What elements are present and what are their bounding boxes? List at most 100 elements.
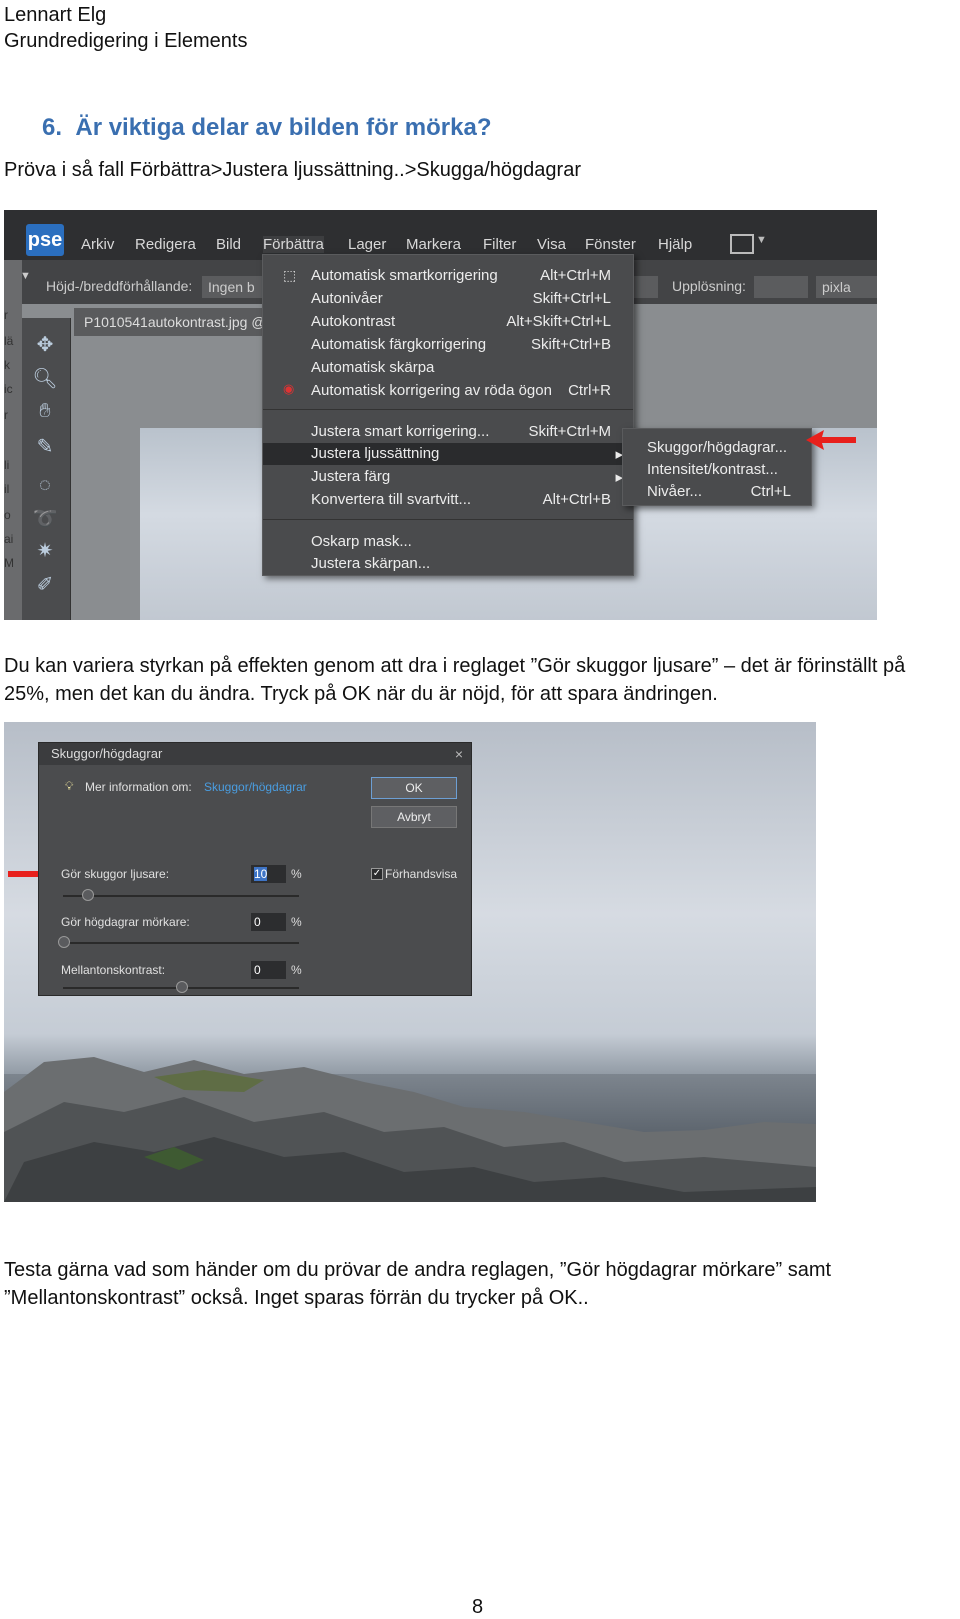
enhance-dropdown: ⬚ Automatisk smartkorrigering Alt+Ctrl+M … bbox=[262, 254, 634, 576]
midtone-unit: % bbox=[291, 963, 302, 977]
midtone-slider[interactable] bbox=[63, 981, 299, 993]
panel-edge: r lä k ic r li il o ai M bbox=[4, 260, 22, 620]
item-shortcut: Skift+Ctrl+B bbox=[530, 336, 611, 353]
move-tool-icon[interactable]: ✥ bbox=[30, 332, 60, 360]
highlights-unit: % bbox=[291, 915, 302, 929]
intro-text: Pröva i så fall Förbättra>Justera ljussä… bbox=[4, 159, 581, 181]
edge-text: il bbox=[4, 482, 10, 496]
item-shortcut: Ctrl+L bbox=[750, 483, 791, 500]
edge-text: k bbox=[4, 358, 10, 372]
item-label: Automatisk skärpa bbox=[311, 359, 435, 376]
lightbulb-icon: 💡︎ bbox=[65, 779, 74, 793]
menu-bild[interactable]: Bild bbox=[216, 236, 241, 253]
menu-item-adjust-smart-fix[interactable]: Justera smart korrigering... Skift+Ctrl+M bbox=[263, 421, 633, 443]
midtone-value: 0 bbox=[254, 963, 261, 977]
menu-item-auto-sharpen[interactable]: Automatisk skärpa bbox=[263, 357, 633, 379]
close-icon[interactable]: × bbox=[455, 743, 463, 765]
menu-arkiv[interactable]: Arkiv bbox=[81, 236, 114, 253]
item-label: Autonivåer bbox=[311, 290, 383, 307]
ok-button[interactable]: OK bbox=[371, 777, 457, 799]
submenu-item-shadows-highlights[interactable]: Skuggor/högdagrar... bbox=[623, 437, 811, 459]
item-shortcut: Alt+Ctrl+B bbox=[542, 491, 611, 508]
menu-item-adjust-color[interactable]: Justera färg ▸ bbox=[263, 466, 633, 488]
menu-fonster[interactable]: Fönster bbox=[585, 236, 636, 253]
brush-selection-tool-icon[interactable]: ✐ bbox=[30, 572, 60, 600]
document-tab[interactable]: P1010541autokontrast.jpg @ 1 bbox=[74, 308, 284, 336]
eyedropper-tool-icon[interactable]: ✎ bbox=[30, 434, 60, 462]
lighting-submenu: Skuggor/högdagrar... Intensitet/kontrast… bbox=[622, 428, 812, 506]
marquee-tool-icon[interactable]: ◌ bbox=[30, 474, 60, 502]
item-label: Automatisk färgkorrigering bbox=[311, 336, 487, 353]
shadows-slider[interactable] bbox=[63, 889, 299, 901]
menu-hjalp[interactable]: Hjälp bbox=[658, 236, 692, 253]
dialog-titlebar: Skuggor/högdagrar × bbox=[39, 743, 471, 765]
menu-redigera[interactable]: Redigera bbox=[135, 236, 196, 253]
highlights-input[interactable]: 0 bbox=[251, 913, 286, 931]
rocky-shore-image bbox=[4, 1057, 816, 1202]
edge-text: M bbox=[4, 556, 14, 570]
midtone-input[interactable]: 0 bbox=[251, 961, 286, 979]
edge-text: r bbox=[4, 308, 8, 322]
toolbox: ✥ 🔍︎ ✋︎ ✎ ◌ ➰ ✷ ✐ bbox=[22, 318, 71, 620]
edge-text: ai bbox=[4, 532, 14, 546]
shadows-slider-thumb[interactable] bbox=[81, 889, 94, 901]
item-label: Autokontrast bbox=[311, 313, 396, 330]
aspect-ratio-label: Höjd-/breddförhållande: bbox=[46, 278, 193, 294]
item-label: Justera smart korrigering... bbox=[311, 423, 490, 440]
dialog-title: Skuggor/högdagrar bbox=[51, 746, 163, 761]
section-number: 6. bbox=[42, 114, 63, 141]
menu-item-auto-contrast[interactable]: Autokontrast Alt+Skift+Ctrl+L bbox=[263, 311, 633, 333]
edge-text: ic bbox=[4, 382, 13, 396]
highlights-label: Gör högdagrar mörkare: bbox=[61, 915, 190, 929]
menu-separator bbox=[263, 409, 633, 410]
zoom-tool-icon[interactable]: 🔍︎ bbox=[30, 366, 60, 394]
submenu-item-brightness-contrast[interactable]: Intensitet/kontrast... bbox=[623, 459, 811, 481]
menu-visa[interactable]: Visa bbox=[537, 236, 566, 253]
item-label: Automatisk korrigering av röda ögon bbox=[311, 382, 552, 399]
item-shortcut: Alt+Skift+Ctrl+L bbox=[506, 313, 611, 330]
edge-text: r bbox=[4, 408, 8, 422]
menu-forbattra[interactable]: Förbättra bbox=[263, 236, 324, 253]
shadows-input[interactable]: 10 bbox=[251, 865, 286, 883]
item-label: Nivåer... bbox=[647, 483, 703, 500]
lasso-tool-icon[interactable]: ➰ bbox=[30, 506, 60, 534]
resolution-unit-select[interactable]: pixla bbox=[816, 276, 877, 298]
workspace-icon[interactable] bbox=[730, 234, 754, 254]
menu-item-unsharp-mask[interactable]: Oskarp mask... bbox=[263, 531, 633, 553]
red-arrow-icon bbox=[806, 430, 856, 450]
preview-checkbox[interactable]: ✓ bbox=[371, 868, 383, 880]
submenu-item-levels[interactable]: Nivåer... Ctrl+L bbox=[623, 481, 811, 503]
item-label: Justera färg bbox=[311, 468, 391, 485]
cancel-button[interactable]: Avbryt bbox=[371, 806, 457, 828]
section-heading: 6. Är viktiga delar av bilden för mörka? bbox=[42, 114, 491, 142]
highlights-slider-thumb[interactable] bbox=[58, 936, 70, 948]
item-shortcut: Ctrl+R bbox=[568, 382, 611, 399]
menu-item-auto-smart-fix[interactable]: Automatisk smartkorrigering Alt+Ctrl+M bbox=[263, 265, 633, 287]
menu-item-auto-color[interactable]: Automatisk färgkorrigering Skift+Ctrl+B bbox=[263, 334, 633, 356]
hand-tool-icon[interactable]: ✋︎ bbox=[30, 400, 60, 428]
width-field[interactable] bbox=[630, 276, 658, 298]
menu-filter[interactable]: Filter bbox=[483, 236, 516, 253]
item-shortcut: Alt+Ctrl+M bbox=[540, 267, 611, 284]
highlights-value: 0 bbox=[254, 915, 261, 929]
menu-markera[interactable]: Markera bbox=[406, 236, 461, 253]
highlights-slider[interactable] bbox=[58, 936, 299, 948]
midtone-slider-thumb[interactable] bbox=[176, 981, 188, 993]
item-label: Automatisk smartkorrigering bbox=[311, 267, 498, 284]
menu-item-red-eye[interactable]: Automatisk korrigering av röda ögon Ctrl+… bbox=[263, 380, 633, 402]
author: Lennart Elg bbox=[4, 4, 107, 26]
menu-item-adjust-sharpness[interactable]: Justera skärpan... bbox=[263, 553, 633, 575]
menu-item-adjust-lighting[interactable]: Justera ljussättning ▸ bbox=[263, 443, 633, 465]
item-label: Justera ljussättning bbox=[311, 445, 440, 462]
resolution-field[interactable] bbox=[754, 276, 808, 298]
document-subtitle: Grundredigering i Elements bbox=[4, 30, 248, 52]
chevron-down-icon[interactable]: ▼ bbox=[756, 234, 767, 246]
menu-item-auto-levels[interactable]: Autonivåer Skift+Ctrl+L bbox=[263, 288, 633, 310]
help-link[interactable]: Skuggor/högdagrar bbox=[204, 780, 307, 794]
menu-lager[interactable]: Lager bbox=[348, 236, 386, 253]
edge-text: lä bbox=[4, 334, 14, 348]
menu-item-convert-bw[interactable]: Konvertera till svartvitt... Alt+Ctrl+B bbox=[263, 489, 633, 511]
magic-wand-tool-icon[interactable]: ✷ bbox=[30, 538, 60, 566]
paragraph-1: Du kan variera styrkan på effekten genom… bbox=[4, 655, 906, 705]
aspect-ratio-select[interactable]: Ingen b bbox=[202, 276, 264, 298]
